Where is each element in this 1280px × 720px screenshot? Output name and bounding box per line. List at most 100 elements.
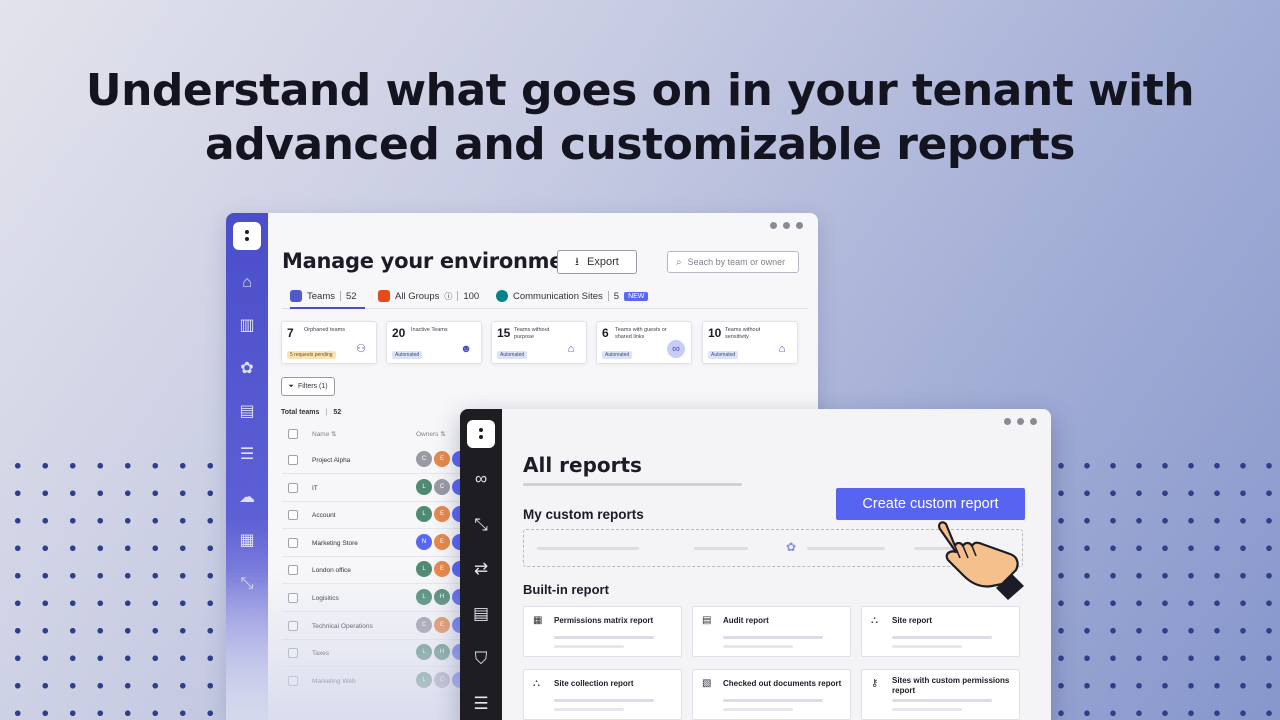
- row-checkbox[interactable]: [288, 455, 298, 465]
- report-card-checked-out-documents[interactable]: ▧ Checked out documents report: [692, 669, 851, 720]
- select-all-checkbox[interactable]: [288, 429, 298, 439]
- strategy-icon[interactable]: ⤡: [471, 515, 491, 535]
- tab-bar: Teams 52 All Groups ⓘ 100 Communication …: [282, 285, 808, 309]
- team-name: Marketing Store: [312, 540, 358, 547]
- tab-label: Communication Sites: [513, 291, 603, 302]
- table-icon[interactable]: ▦: [237, 531, 257, 551]
- create-custom-report-button[interactable]: Create custom report: [836, 488, 1025, 520]
- checklist-icon[interactable]: ☰: [471, 694, 491, 714]
- document-icon[interactable]: ▤: [237, 402, 257, 422]
- info-icon: ⓘ: [444, 291, 452, 302]
- stat-number: 10: [708, 326, 721, 340]
- total-label: Total teams: [281, 409, 319, 416]
- filters-label: Filters (1): [298, 383, 328, 390]
- team-name: Project Alpha: [312, 457, 350, 464]
- report-title: Permissions matrix report: [554, 616, 678, 626]
- cloud-icon[interactable]: ☁: [237, 488, 257, 508]
- avatar: E: [434, 451, 450, 467]
- reports-sidebar: ∞ ⤡ ⇄ ▤ ⛉ ☰: [460, 409, 502, 720]
- avatar: L: [416, 479, 432, 495]
- tag-icon: ⌂: [562, 340, 580, 358]
- row-checkbox[interactable]: [288, 676, 298, 686]
- stat-number: 6: [602, 326, 609, 340]
- binoculars-icon[interactable]: ∞: [471, 469, 491, 489]
- section-title-custom: My custom reports: [523, 507, 644, 522]
- search-input[interactable]: ⌕ Seach by team or owner: [667, 251, 799, 273]
- status-badge: 5 requests pending: [287, 351, 336, 359]
- documents-icon: ▧: [702, 678, 711, 689]
- new-badge: NEW: [624, 292, 648, 301]
- report-card-custom-permissions[interactable]: ⚷ Sites with custom permissions report: [861, 669, 1020, 720]
- row-checkbox[interactable]: [288, 538, 298, 548]
- headline-line-2: advanced and customizable reports: [0, 118, 1280, 172]
- filter-icon: ⏷: [288, 383, 294, 391]
- tag-icon: ⌂: [773, 340, 791, 358]
- row-checkbox[interactable]: [288, 510, 298, 520]
- row-checkbox[interactable]: [288, 483, 298, 493]
- status-badge: Automated: [708, 351, 738, 359]
- home-icon[interactable]: ⌂: [237, 273, 257, 293]
- stat-label: Orphaned teams: [304, 327, 356, 334]
- team-name: Technical Operations: [312, 623, 373, 630]
- report-card-audit[interactable]: ▤ Audit report: [692, 606, 851, 657]
- shield-icon[interactable]: ⛉: [471, 649, 491, 669]
- row-checkbox[interactable]: [288, 565, 298, 575]
- column-header-owners[interactable]: Owners ⇅: [416, 430, 446, 438]
- total-value: 52: [333, 409, 341, 416]
- sharepoint-logo-icon: [496, 290, 508, 302]
- strategy-icon[interactable]: ⤡: [237, 574, 257, 594]
- stat-label: Teams without sensitivity: [725, 327, 777, 340]
- stat-label: Inactive Teams: [411, 327, 463, 334]
- report-title: Sites with custom permissions report: [892, 676, 1016, 696]
- report-card-site-collection[interactable]: ⛬ Site collection report: [523, 669, 682, 720]
- teams-icon[interactable]: ✿: [237, 359, 257, 379]
- layout-icon[interactable]: ☰: [237, 445, 257, 465]
- row-checkbox[interactable]: [288, 621, 298, 631]
- row-checkbox[interactable]: [288, 648, 298, 658]
- column-header-name[interactable]: Name ⇅: [312, 430, 337, 438]
- avatar: E: [434, 617, 450, 633]
- stat-card-no-sensitivity[interactable]: 10 Teams without sensitivity Automated ⌂: [702, 321, 798, 364]
- tab-count: 52: [346, 291, 357, 302]
- status-badge: Automated: [392, 351, 422, 359]
- report-title: Site collection report: [554, 679, 678, 689]
- key-icon: ⚷: [871, 678, 878, 689]
- stat-card-no-purpose[interactable]: 15 Teams without purpose Automated ⌂: [491, 321, 587, 364]
- page-title: All reports: [523, 453, 642, 477]
- link-icon: ∞: [667, 340, 685, 358]
- report-card-site[interactable]: ⛬ Site report: [861, 606, 1020, 657]
- export-button[interactable]: ⭳ Export: [557, 250, 637, 274]
- report-title: Audit report: [723, 616, 847, 626]
- app-logo[interactable]: [467, 420, 495, 448]
- tab-all-groups[interactable]: All Groups ⓘ 100: [378, 285, 479, 307]
- avatar: H: [434, 589, 450, 605]
- stat-number: 7: [287, 326, 294, 340]
- status-badge: Automated: [602, 351, 632, 359]
- filters-button[interactable]: ⏷ Filters (1): [281, 377, 335, 396]
- sleep-user-icon: ☻: [457, 340, 475, 358]
- tab-communication-sites[interactable]: Communication Sites 5 NEW: [496, 285, 648, 307]
- sidebar: ⌂ ▥ ✿ ▤ ☰ ☁ ▦ ⤡: [226, 213, 268, 720]
- report-title: Site report: [892, 616, 1016, 626]
- headline-line-1: Understand what goes on in your tenant w…: [0, 64, 1280, 118]
- stat-card-guests[interactable]: 6 Teams with guests or shared links Auto…: [596, 321, 692, 364]
- matrix-icon: ▦: [533, 615, 542, 626]
- stat-card-inactive[interactable]: 20 Inactive Teams Automated ☻: [386, 321, 482, 364]
- avatar: C: [416, 617, 432, 633]
- chart-icon[interactable]: ▥: [237, 316, 257, 336]
- row-checkbox[interactable]: [288, 593, 298, 603]
- team-name: Taxes: [312, 650, 329, 657]
- app-logo[interactable]: [233, 222, 261, 250]
- transfer-icon[interactable]: ⇄: [471, 559, 491, 579]
- team-name: IT: [312, 485, 318, 492]
- total-teams: Total teams | 52: [281, 409, 341, 416]
- decorative-dot-pattern-left: [0, 452, 220, 720]
- tab-teams[interactable]: Teams 52: [290, 285, 357, 307]
- avatar: C: [434, 479, 450, 495]
- team-name: Logisitics: [312, 595, 339, 602]
- tab-count: 5: [614, 291, 619, 302]
- clipboard-icon[interactable]: ▤: [471, 604, 491, 624]
- report-card-permissions-matrix[interactable]: ▦ Permissions matrix report: [523, 606, 682, 657]
- search-icon: ⌕: [676, 257, 682, 268]
- stat-card-orphaned[interactable]: 7 Orphaned teams 5 requests pending ⚇: [281, 321, 377, 364]
